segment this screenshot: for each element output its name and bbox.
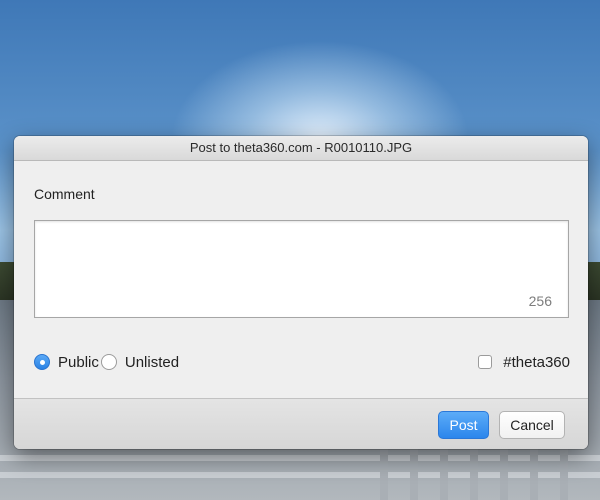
hashtag-checkbox[interactable] [478, 355, 493, 369]
railing-post [500, 440, 508, 500]
post-button[interactable]: Post [438, 411, 489, 439]
comment-input[interactable] [35, 221, 568, 317]
character-counter: 256 [528, 293, 552, 309]
public-radio[interactable] [34, 354, 50, 370]
comment-box: 256 [34, 220, 569, 318]
railing-post [560, 440, 568, 500]
railing-post [380, 440, 388, 500]
post-dialog: Post to theta360.com - R0010110.JPG Comm… [14, 136, 588, 449]
hashtag-option: #theta360 [478, 352, 570, 372]
dialog-footer: Post Cancel [14, 398, 588, 449]
railing-post [410, 440, 418, 500]
unlisted-radio[interactable] [100, 354, 117, 370]
hashtag-label[interactable]: #theta360 [503, 354, 570, 371]
bridge-railing-lower [0, 472, 600, 478]
cancel-button[interactable]: Cancel [499, 411, 565, 439]
dialog-title: Post to theta360.com - R0010110.JPG [14, 136, 588, 161]
comment-label: Comment [34, 186, 95, 202]
visibility-options: Public Unlisted [34, 352, 181, 372]
railing-post [470, 440, 478, 500]
unlisted-label[interactable]: Unlisted [125, 354, 179, 371]
railing-post [440, 440, 448, 500]
bridge-railing [0, 455, 600, 461]
railing-post [530, 440, 538, 500]
public-label[interactable]: Public [58, 354, 99, 371]
